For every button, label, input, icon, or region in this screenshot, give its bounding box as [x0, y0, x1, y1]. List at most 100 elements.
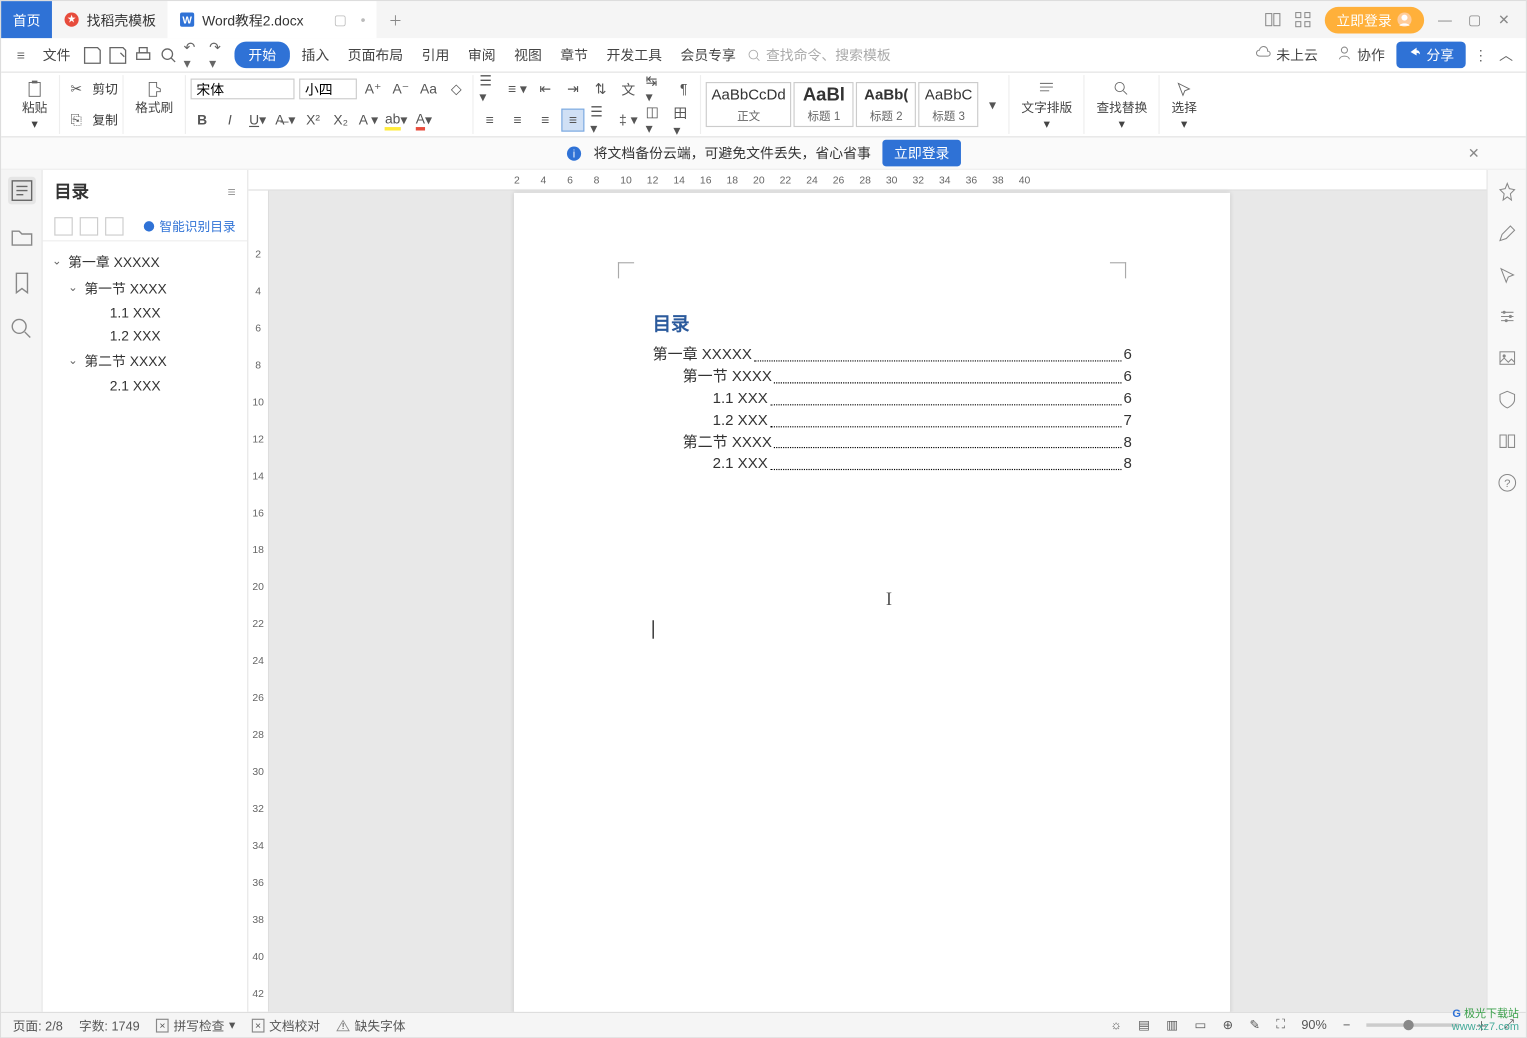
document-area[interactable]: 246810121416182022242628303234363840 246…: [248, 170, 1486, 1012]
highlight-button[interactable]: ab ▾: [385, 109, 408, 132]
notification-login-button[interactable]: 立即登录: [882, 140, 961, 167]
folder-icon[interactable]: [8, 223, 36, 251]
line-spacing-button[interactable]: ‡ ▾: [617, 109, 640, 132]
redo-icon[interactable]: ↷ ▾: [209, 44, 230, 65]
format-painter-button[interactable]: 格式刷: [128, 77, 180, 119]
decrease-indent-button[interactable]: ⇤: [534, 77, 557, 100]
select-button[interactable]: 选择 ▾: [1165, 77, 1204, 134]
spell-check[interactable]: ×拼写检查 ▾: [156, 1016, 235, 1034]
nav-menu-icon[interactable]: ≡: [228, 183, 236, 199]
tree-item[interactable]: 2.1 XXX: [52, 374, 238, 397]
tab-home[interactable]: 首页: [1, 1, 52, 38]
collapse-ribbon-icon[interactable]: ︿: [1496, 44, 1517, 65]
increase-indent-button[interactable]: ⇥: [561, 77, 584, 100]
fit-icon[interactable]: ⛶: [1276, 1018, 1285, 1033]
align-right-button[interactable]: ≡: [534, 109, 557, 132]
shield-icon[interactable]: [1496, 389, 1517, 410]
tree-item[interactable]: ⌄第一章 XXXXX: [52, 248, 238, 275]
align-left-button[interactable]: ≡: [478, 109, 501, 132]
bold-button[interactable]: B: [191, 109, 214, 132]
align-center-button[interactable]: ≡: [506, 109, 529, 132]
outline-icon[interactable]: [8, 177, 36, 205]
tab-template[interactable]: 找稻壳模板: [52, 1, 168, 38]
command-search[interactable]: 查找命令、搜索模板: [747, 45, 890, 65]
italic-button[interactable]: I: [218, 109, 241, 132]
tree-item[interactable]: ⌄第一节 XXXX: [52, 275, 238, 302]
more-icon[interactable]: ⋮: [1470, 44, 1491, 65]
brightness-icon[interactable]: ☼: [1110, 1018, 1122, 1032]
copy-button[interactable]: ⎘: [65, 109, 88, 132]
toc-entry[interactable]: 第二节 XXXX8: [653, 433, 1132, 453]
style-heading3[interactable]: AaBbC标题 3: [919, 82, 979, 127]
save-as-icon[interactable]: [107, 44, 128, 65]
tab-review[interactable]: 审阅: [461, 43, 503, 67]
style-heading2[interactable]: AaBb(标题 2: [856, 82, 916, 127]
tab-view[interactable]: 视图: [507, 43, 549, 67]
view-outline-icon[interactable]: ▥: [1166, 1018, 1178, 1033]
tab-start[interactable]: 开始: [234, 42, 289, 69]
view-web-icon[interactable]: ⊕: [1223, 1018, 1234, 1033]
tab-close-icon[interactable]: •: [361, 12, 366, 28]
notification-close-icon[interactable]: ✕: [1468, 145, 1480, 161]
toc-entry[interactable]: 第一章 XXXXX6: [653, 345, 1132, 365]
undo-icon[interactable]: ↶ ▾: [184, 44, 205, 65]
increase-font-icon[interactable]: A⁺: [362, 77, 385, 100]
image-icon[interactable]: [1496, 348, 1517, 369]
share-button[interactable]: 分享: [1396, 42, 1465, 69]
tab-references[interactable]: 引用: [415, 43, 457, 67]
nav-tool-2[interactable]: [80, 217, 98, 235]
find-replace-button[interactable]: 查找替换 ▾: [1090, 77, 1155, 134]
style-normal[interactable]: AaBbCcDd正文: [706, 82, 792, 127]
minimize-button[interactable]: —: [1438, 12, 1454, 28]
tab-chapter[interactable]: 章节: [553, 43, 595, 67]
superscript-button[interactable]: X²: [301, 109, 324, 132]
view-page-icon[interactable]: ▤: [1138, 1018, 1150, 1033]
settings-icon[interactable]: [1496, 306, 1517, 327]
cursor-icon[interactable]: [1496, 264, 1517, 285]
help-icon[interactable]: ?: [1496, 472, 1517, 493]
tree-item[interactable]: 1.2 XXX: [52, 325, 238, 348]
zoom-level[interactable]: 90%: [1301, 1018, 1326, 1032]
apps-icon[interactable]: [1295, 12, 1311, 28]
bookmark-icon[interactable]: [8, 269, 36, 297]
proofread[interactable]: ×文档校对: [252, 1016, 320, 1034]
font-select[interactable]: [191, 79, 295, 100]
bullets-button[interactable]: ☰ ▾: [478, 77, 501, 100]
tab-document[interactable]: W Word教程2.docx ▢ •: [168, 1, 377, 38]
pen-icon[interactable]: [1496, 223, 1517, 244]
toc-entry[interactable]: 第一节 XXXX6: [653, 367, 1132, 387]
page-indicator[interactable]: 页面: 2/8: [13, 1016, 63, 1034]
nav-tool-1[interactable]: [54, 217, 72, 235]
zoom-out-button[interactable]: −: [1343, 1018, 1350, 1032]
show-marks-button[interactable]: ¶: [672, 77, 695, 100]
cloud-status[interactable]: 未上云: [1249, 43, 1325, 67]
tab-member[interactable]: 会员专享: [674, 43, 743, 67]
word-count[interactable]: 字数: 1749: [79, 1016, 140, 1034]
maximize-button[interactable]: ▢: [1468, 12, 1484, 28]
change-case-icon[interactable]: Aa: [417, 77, 440, 100]
tree-item[interactable]: 1.1 XXX: [52, 301, 238, 324]
view-draft-icon[interactable]: ✎: [1249, 1018, 1260, 1033]
missing-font[interactable]: !缺失字体: [336, 1016, 405, 1034]
strike-button[interactable]: A̶ ▾: [274, 109, 297, 132]
tab-insert[interactable]: 插入: [295, 43, 337, 67]
toc-entry[interactable]: 1.2 XXX7: [653, 411, 1132, 431]
assistant-icon[interactable]: [1496, 181, 1517, 202]
collab-button[interactable]: 协作: [1329, 43, 1391, 67]
paste-button[interactable]: 粘贴 ▾: [15, 77, 54, 134]
styles-more-icon[interactable]: ▾: [981, 93, 1004, 116]
numbering-button[interactable]: ≡ ▾: [506, 77, 529, 100]
align-justify-button[interactable]: ≡: [561, 109, 584, 132]
style-heading1[interactable]: AaBl标题 1: [794, 82, 854, 127]
page[interactable]: 目录 第一章 XXXXX6第一节 XXXX61.1 XXX61.2 XXX7第二…: [514, 193, 1230, 1012]
nav-tool-3[interactable]: [105, 217, 123, 235]
save-icon[interactable]: [82, 44, 103, 65]
toc-entry[interactable]: 2.1 XXX8: [653, 454, 1132, 474]
file-menu[interactable]: 文件: [36, 43, 78, 67]
sort-button[interactable]: ⇅: [589, 77, 612, 100]
search-panel-icon[interactable]: [8, 315, 36, 343]
print-preview-icon[interactable]: [158, 44, 179, 65]
horizontal-ruler[interactable]: 246810121416182022242628303234363840: [248, 170, 1486, 191]
zoom-slider[interactable]: [1367, 1023, 1459, 1026]
toc-entry[interactable]: 1.1 XXX6: [653, 389, 1132, 409]
